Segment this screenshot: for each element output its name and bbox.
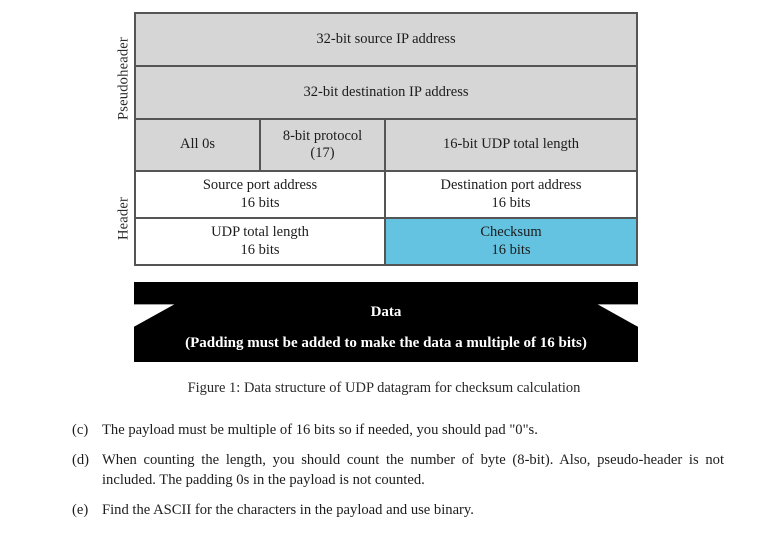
list-item-marker: (e)	[72, 502, 89, 519]
field-label: 16-bit UDP total length	[443, 136, 579, 153]
figure-block: Pseudoheader Header 32-bit source IP add…	[0, 0, 768, 396]
field-sublabel: 16 bits	[240, 194, 280, 211]
list-item-marker: (c)	[72, 422, 89, 438]
packet-field-table: 32-bit source IP address 32-bit destinat…	[134, 12, 638, 266]
table-row: 32-bit source IP address	[136, 14, 636, 67]
field-checksum: Checksum 16 bits	[386, 219, 636, 264]
list-item-text: The payload must be multiple of 16 bits …	[102, 422, 538, 438]
list-item: (c) The payload must be multiple of 16 b…	[72, 420, 724, 441]
field-sublabel: 16 bits	[240, 241, 280, 258]
list-item-text: Find the ASCII for the characters in the…	[102, 502, 474, 519]
data-banner-subtitle: (Padding must be added to make the data …	[185, 335, 587, 351]
field-source-ip: 32-bit source IP address	[136, 14, 636, 65]
field-sublabel: 16 bits	[491, 194, 531, 211]
field-udp-total-length-pseudo: 16-bit UDP total length	[386, 120, 636, 170]
figure-caption: Figure 1: Data structure of UDP datagram…	[187, 380, 581, 396]
data-banner-content: Data (Padding must be added to make the …	[134, 282, 638, 362]
field-label: All 0s	[179, 136, 216, 153]
field-destination-ip: 32-bit destination IP address	[136, 67, 636, 118]
field-destination-port: Destination port address 16 bits	[386, 172, 636, 217]
field-label: Destination port address	[440, 177, 582, 194]
notes-list: (c) The payload must be multiple of 16 b…	[72, 420, 724, 530]
section-label-header: Header	[115, 196, 132, 241]
field-all-zeros: All 0s	[136, 120, 261, 170]
data-banner-title: Data	[370, 304, 402, 320]
field-label: 32-bit destination IP address	[303, 83, 469, 100]
field-label: Source port address	[202, 177, 318, 194]
field-sublabel: (17)	[310, 145, 335, 161]
list-item: (e) Find the ASCII for the characters in…	[72, 500, 724, 521]
field-sublabel: 16 bits	[491, 241, 531, 258]
table-row: Source port address 16 bits Destination …	[136, 172, 636, 219]
field-udp-total-length: UDP total length 16 bits	[136, 219, 386, 264]
field-protocol: 8-bit protocol (17)	[261, 120, 386, 170]
field-label: 32-bit source IP address	[316, 30, 456, 47]
table-row: All 0s 8-bit protocol (17) 16-bit UDP to…	[136, 120, 636, 172]
section-label-pseudoheader: Pseudoheader	[115, 37, 132, 120]
table-row: UDP total length 16 bits Checksum 16 bit…	[136, 219, 636, 264]
data-banner: Data (Padding must be added to make the …	[134, 282, 638, 362]
field-source-port: Source port address 16 bits	[136, 172, 386, 217]
table-row: 32-bit destination IP address	[136, 67, 636, 120]
list-item: (d) When counting the length, you should…	[72, 450, 724, 491]
field-label: 8-bit protocol	[282, 127, 363, 144]
field-label: Checksum	[480, 224, 542, 241]
list-item-text: When counting the length, you should cou…	[102, 451, 724, 489]
field-label: UDP total length	[211, 224, 309, 241]
list-item-marker: (d)	[72, 451, 90, 468]
